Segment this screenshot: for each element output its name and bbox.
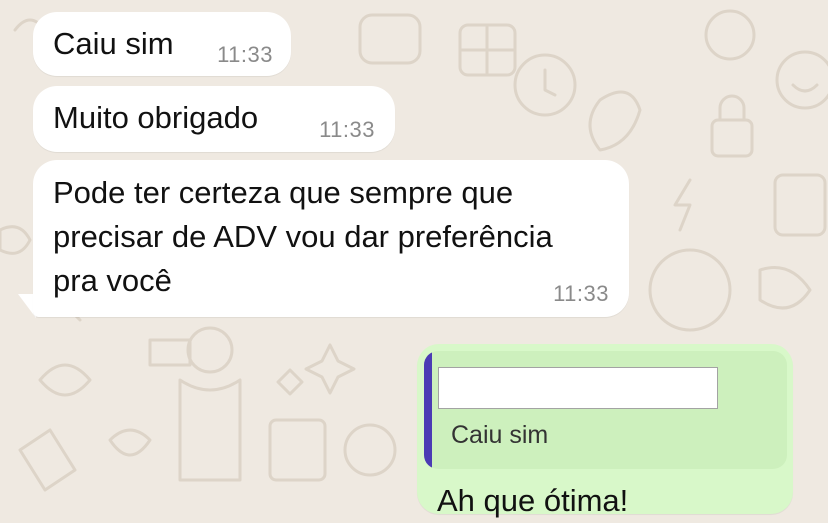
lock-doodle (710, 118, 754, 158)
incoming-message-bubble[interactable]: Muito obrigado 11:33 (33, 86, 395, 152)
quote-accent-bar (424, 351, 432, 469)
message-text: Muito obrigado (53, 100, 259, 135)
lightning-doodle (673, 178, 692, 232)
quoted-text: Caiu sim (451, 421, 549, 449)
incoming-message-bubble[interactable]: Caiu sim 11:33 (33, 12, 291, 76)
star-doodle (304, 343, 356, 395)
card-doodle (18, 428, 77, 492)
message-text: Caiu sim (53, 26, 174, 61)
book-doodle (148, 338, 192, 367)
message-timestamp: 11:33 (217, 42, 273, 67)
person-head-doodle (186, 326, 234, 374)
message-text: Pode ter certeza que sempre que precisar… (53, 175, 553, 298)
leaf-doodle (0, 225, 32, 255)
heart-doodle (704, 9, 756, 61)
message-text: Ah que ótima! (437, 483, 629, 518)
ball-doodle (648, 248, 732, 332)
quoted-author-name (438, 367, 718, 409)
message-timestamp: 11:33 (319, 117, 375, 142)
quoted-message[interactable]: Caiu sim (424, 351, 787, 469)
incoming-message-bubble[interactable]: Pode ter certeza que sempre que precisar… (33, 160, 629, 317)
coin-doodle (343, 423, 397, 477)
sparkle-doodle (276, 368, 304, 396)
heart-doodle (108, 428, 152, 457)
outgoing-message-bubble[interactable]: Caiu sim Ah que ótima! (417, 344, 793, 518)
smiley-doodle (775, 50, 828, 110)
bag-doodle (268, 418, 327, 482)
chat-bubble-doodle (358, 13, 422, 65)
corn-doodle (588, 90, 642, 152)
window-doodle (773, 173, 827, 237)
shoe-doodle (758, 266, 812, 310)
taco-doodle (38, 363, 92, 397)
message-timestamp: 11:33 (553, 281, 609, 306)
